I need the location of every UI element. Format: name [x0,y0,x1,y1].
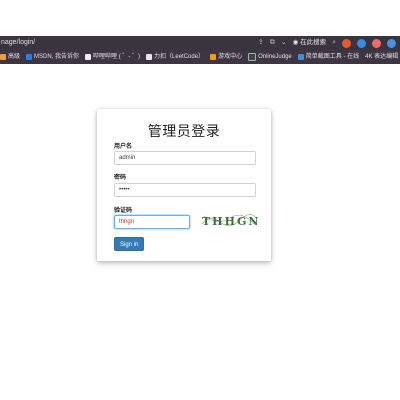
bookmarks-bar: 高级 MSDN, 我告诉你 哔哩哔哩 ( ゜- ゜) 力扣（LeetCode） … [0,50,400,64]
bookmark-icon [26,54,33,60]
login-card: 管理员登录 用户名 admin 密码 ••••• 验证码 thhgn THHGN… [97,109,271,261]
sign-in-button[interactable]: Sign in [114,237,145,251]
bookmark-label: MSDN, 我告诉你 [34,54,80,60]
password-input[interactable]: ••••• [114,183,256,197]
search-engine-icon: ◉ [292,39,299,46]
browser-address-bar: nage/login/ ⇪ ⧉ ⌄ ◉ 在此搜索 ⌕ [0,36,400,50]
search-box[interactable]: ◉ 在此搜索 [293,36,326,50]
bookmark-icon [248,53,257,61]
bookmark-label: 简单截图工具 - 在线 [305,54,360,60]
bookmark-icon [85,54,92,60]
bookmark-item[interactable]: OnlineJudge [248,50,292,64]
bookmark-icon [297,54,304,60]
bookmark-icon [0,54,6,60]
share-icon[interactable]: ⇪ [258,36,264,50]
zoom-icon[interactable]: ⌕ [332,36,336,50]
password-label: 密码 [114,175,127,181]
captcha-text: THHGN [202,215,258,228]
chevron-down-icon[interactable]: ⌄ [281,36,287,50]
bookmark-item[interactable]: 哔哩哔哩 ( ゜- ゜) [85,50,140,64]
captcha-input[interactable]: thhgn [114,215,190,229]
copy-icon[interactable]: ⧉ [270,36,275,50]
bookmark-item[interactable]: 高级 [0,50,20,64]
bookmark-item[interactable]: 游戏中心 [210,50,242,64]
bookmark-item[interactable]: 简单截图工具 - 在线 [297,50,360,64]
bookmark-item[interactable]: 力扣（LeetCode） [146,50,204,64]
url-field[interactable]: nage/login/ [0,36,258,50]
extension-icon[interactable] [387,38,396,48]
bookmark-label: 4K 表达编辑 - 做它 [365,54,400,60]
extension-icon[interactable] [357,38,366,48]
captcha-image[interactable]: THHGN [200,210,258,230]
bookmark-label: 游戏中心 [218,54,243,60]
extension-icon[interactable] [342,38,351,48]
bookmark-icon [210,54,217,60]
page-title: 管理员登录 [147,123,221,139]
browser-controls: ⇪ ⧉ ⌄ ◉ 在此搜索 ⌕ [258,36,400,50]
captcha-label: 验证码 [114,208,133,214]
extension-icon[interactable] [372,38,381,48]
bookmark-label: 力扣（LeetCode） [154,54,205,60]
username-input[interactable]: admin [114,151,256,165]
bookmark-label: 高级 [8,54,21,60]
bookmark-item[interactable]: MSDN, 我告诉你 [26,50,79,64]
bookmark-label: OnlineJudge [258,54,292,60]
bookmark-icon [146,54,153,60]
username-label: 用户名 [114,144,133,150]
bookmark-label: 哔哩哔哩 ( ゜- ゜) [93,54,141,60]
search-text: 在此搜索 [300,39,327,46]
bookmark-item[interactable]: 4K 表达编辑 - 做它 [365,50,400,64]
